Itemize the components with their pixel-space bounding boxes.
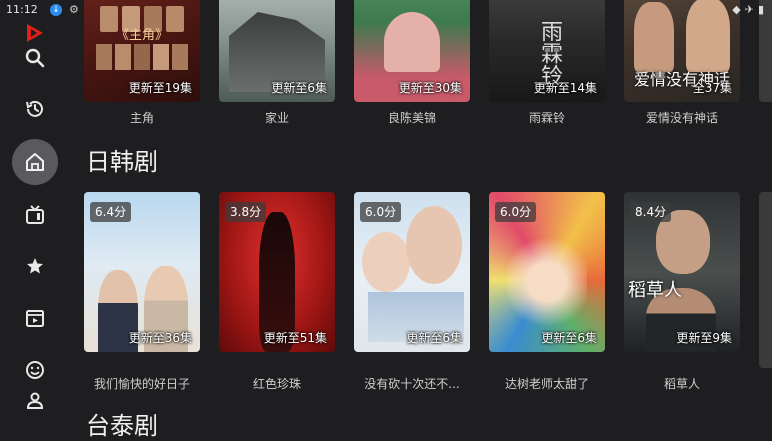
status-time: 11:12 [6,3,38,16]
poster-title-text: 《主角》 [115,28,168,43]
sidebar-item-movies[interactable] [12,295,58,341]
poster-image: 稻草人 8.4分 更新至9集 [624,192,740,352]
rating-badge: 3.8分 [225,202,267,222]
rating-badge: 8.4分 [630,202,672,222]
episode-update: 更新至6集 [541,331,597,345]
drama-title: 爱情没有神话 [645,111,718,125]
drama-title: 主角 [129,111,154,125]
rating-badge: 6.0分 [360,202,402,222]
poster-title-text: 稻草人 [628,280,682,301]
sidebar [0,0,70,434]
sidebar-item-search[interactable] [12,35,58,81]
drama-title: 良陈美锦 [387,111,436,125]
sidebar-item-tv[interactable] [12,192,58,238]
rating-badge: 6.0分 [495,202,537,222]
drama-title: 我们愉快的好日子 [93,377,190,391]
episode-update: 更新至9集 [676,331,732,345]
wifi-icon: ◆ [732,3,745,16]
search-icon [25,48,45,68]
star-icon [27,258,43,274]
drama-title: 红色珍珠 [252,377,301,391]
sidebar-item-user[interactable] [12,377,58,423]
episode-update: 更新至30集 [398,81,462,95]
section-title: 台泰剧 [86,412,158,440]
drama-title: 没有砍十次还不... [364,377,460,391]
user-icon [26,392,44,409]
download-icon: ↓ [50,4,62,16]
drama-title: 达树老师太甜了 [504,377,589,391]
status-icons: ◆✈▮ [732,3,768,16]
rating-badge: 6.4分 [90,202,132,222]
episode-update: 更新至51集 [263,331,327,345]
poster-title-text: 雨霖铃 [537,20,562,86]
section-title: 日韩剧 [86,148,158,176]
sidebar-item-favorites[interactable] [12,243,58,289]
episode-update: 全37集 [692,81,732,95]
settings-icon: ⚙ [69,3,79,16]
airplane-icon: ✈ [744,3,758,16]
film-icon [26,310,44,327]
drama-title: 雨霖铃 [528,111,565,125]
sidebar-item-home[interactable] [12,139,58,185]
episode-update: 更新至36集 [128,331,192,345]
episode-update: 更新至6集 [271,81,327,95]
poster-image: 6.4分 更新至36集 [84,192,200,352]
battery-icon: ▮ [757,3,768,16]
sidebar-item-history[interactable] [12,86,58,132]
episode-update: 更新至19集 [128,81,192,95]
poster-image: 6.0分 更新至6集 [489,192,605,352]
home-icon [26,153,44,171]
tv-icon [26,205,44,224]
drama-title: 稻草人 [663,377,700,391]
episode-update: 更新至14集 [533,81,597,95]
status-bar: 11:12 ↓ ⚙ ◆✈▮ [0,0,772,22]
main-content: 《主角》 更新至19集 主角 更新至6集 家业 更新至30集 良陈美锦 雨霖铃 … [84,0,772,440]
poster-image: 3.8分 更新至51集 [219,192,335,352]
history-icon [26,100,43,117]
episode-update: 更新至6集 [406,331,462,345]
drama-title: 家业 [264,111,289,125]
poster-image: 6.0分 更新至6集 [354,192,470,352]
next-card-edge [759,192,772,368]
